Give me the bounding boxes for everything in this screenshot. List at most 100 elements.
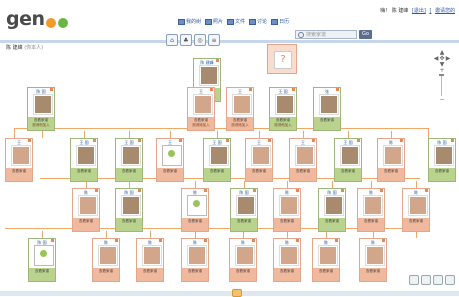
card-menu-icon[interactable] xyxy=(451,139,454,142)
person-card[interactable]: 陈 国查看家谱 xyxy=(428,138,456,182)
view-tree-link[interactable]: 查看家谱 xyxy=(182,269,208,274)
card-menu-icon[interactable] xyxy=(138,189,141,192)
person-photo[interactable] xyxy=(12,146,30,165)
person-photo[interactable] xyxy=(194,95,212,114)
person-card[interactable]: 张 查看家谱 xyxy=(313,87,341,131)
person-card[interactable]: 王 查看家谱 xyxy=(156,138,184,182)
person-photo[interactable] xyxy=(163,146,181,165)
invite-link[interactable]: 邀请她加入 xyxy=(188,123,214,128)
person-card[interactable]: 王 查看家谱 xyxy=(289,138,317,182)
view-tree-link[interactable]: 查看家谱 xyxy=(230,269,256,274)
person-card[interactable]: 陈 查看家谱 xyxy=(136,238,164,282)
person-photo[interactable] xyxy=(252,146,270,165)
person-card[interactable]: 陈 查看家谱 xyxy=(377,138,405,182)
person-photo[interactable] xyxy=(233,95,251,114)
person-card[interactable]: 陈 国查看家谱 xyxy=(28,238,56,282)
person-photo[interactable] xyxy=(188,196,206,215)
person-card[interactable]: 陈 查看家谱 xyxy=(181,238,209,282)
person-photo[interactable] xyxy=(77,146,95,165)
card-menu-icon[interactable] xyxy=(210,88,213,91)
person-card[interactable]: 王 查看家谱 邀请她加入 xyxy=(226,87,254,131)
person-photo[interactable] xyxy=(236,246,254,265)
card-menu-icon[interactable] xyxy=(252,239,255,242)
card-menu-icon[interactable] xyxy=(204,189,207,192)
person-photo[interactable] xyxy=(364,196,382,215)
view-tree-link[interactable]: 查看家谱 xyxy=(157,169,183,174)
person-photo[interactable] xyxy=(210,146,228,165)
person-photo[interactable] xyxy=(122,196,140,215)
view-tree-link[interactable]: 查看家谱 xyxy=(360,269,386,274)
person-card[interactable]: 王 国查看家谱 邀请他加入 xyxy=(269,87,297,131)
invite-link[interactable]: 邀请他加入 xyxy=(28,123,54,128)
view-tree-link[interactable]: 查看家谱 xyxy=(319,219,345,224)
person-photo[interactable] xyxy=(35,246,53,265)
view-tree-link[interactable]: 查看家谱 xyxy=(246,169,272,174)
card-menu-icon[interactable] xyxy=(93,139,96,142)
card-menu-icon[interactable] xyxy=(357,139,360,142)
person-card[interactable]: 陈 查看家谱 xyxy=(273,238,301,282)
person-card[interactable]: 陈 查看家谱 xyxy=(181,188,209,232)
person-photo[interactable] xyxy=(320,95,338,114)
person-photo[interactable] xyxy=(435,146,453,165)
person-card[interactable]: 陈 查看家谱 xyxy=(359,238,387,282)
person-card[interactable]: 陈 查看家谱 xyxy=(72,188,100,232)
person-card[interactable]: 陈 国查看家谱 xyxy=(230,188,258,232)
view-tree-link[interactable]: 查看家谱 xyxy=(71,169,97,174)
person-photo[interactable] xyxy=(280,246,298,265)
person-card[interactable]: 王 查看家谱 xyxy=(5,138,33,182)
card-menu-icon[interactable] xyxy=(312,139,315,142)
view-tree-link[interactable]: 查看家谱 xyxy=(231,219,257,224)
card-menu-icon[interactable] xyxy=(382,239,385,242)
person-card[interactable]: 陈 国查看家谱 xyxy=(318,188,346,232)
person-photo[interactable] xyxy=(34,95,52,114)
person-photo[interactable] xyxy=(79,196,97,215)
person-card[interactable]: 王 国查看家谱 xyxy=(115,138,143,182)
card-menu-icon[interactable] xyxy=(296,189,299,192)
view-tree-link[interactable]: 查看家谱 xyxy=(137,269,163,274)
person-card[interactable]: 王 查看家谱 xyxy=(245,138,273,182)
card-menu-icon[interactable] xyxy=(268,139,271,142)
view-tree-link[interactable]: 查看家谱 xyxy=(182,219,208,224)
person-photo[interactable] xyxy=(319,246,337,265)
share-icon[interactable] xyxy=(421,275,431,285)
view-tree-link[interactable]: 查看家谱 xyxy=(116,219,142,224)
settings-icon[interactable] xyxy=(433,275,443,285)
person-photo[interactable] xyxy=(122,146,140,165)
card-menu-icon[interactable] xyxy=(115,239,118,242)
person-photo[interactable] xyxy=(280,196,298,215)
card-menu-icon[interactable] xyxy=(50,88,53,91)
card-menu-icon[interactable] xyxy=(51,239,54,242)
view-tree-link[interactable]: 查看家谱 xyxy=(403,219,429,224)
person-photo[interactable] xyxy=(143,246,161,265)
card-menu-icon[interactable] xyxy=(253,189,256,192)
card-menu-icon[interactable] xyxy=(341,189,344,192)
person-photo[interactable] xyxy=(366,246,384,265)
person-photo[interactable] xyxy=(99,246,117,265)
card-menu-icon[interactable] xyxy=(159,239,162,242)
person-card[interactable]: 陈 查看家谱 xyxy=(92,238,120,282)
card-menu-icon[interactable] xyxy=(400,139,403,142)
card-menu-icon[interactable] xyxy=(179,139,182,142)
view-tree-link[interactable]: 查看家谱 xyxy=(358,219,384,224)
view-tree-link[interactable]: 查看家谱 xyxy=(73,219,99,224)
person-card[interactable]: 陈 查看家谱 xyxy=(357,188,385,232)
view-tree-link[interactable]: 查看家谱 xyxy=(29,269,55,274)
person-photo[interactable] xyxy=(237,196,255,215)
view-tree-link[interactable]: 查看家谱 xyxy=(314,118,340,123)
person-card[interactable]: 陈 查看家谱 xyxy=(402,188,430,232)
person-card[interactable]: 陈 查看家谱 xyxy=(273,188,301,232)
card-menu-icon[interactable] xyxy=(204,239,207,242)
invite-link[interactable]: 邀请她加入 xyxy=(227,123,253,128)
card-menu-icon[interactable] xyxy=(380,189,383,192)
print-icon[interactable] xyxy=(409,275,419,285)
view-tree-link[interactable]: 查看家谱 xyxy=(274,269,300,274)
person-photo[interactable] xyxy=(384,146,402,165)
view-tree-link[interactable]: 查看家谱 xyxy=(93,269,119,274)
card-menu-icon[interactable] xyxy=(425,189,428,192)
card-menu-icon[interactable] xyxy=(216,59,219,62)
view-tree-link[interactable]: 查看家谱 xyxy=(429,169,455,174)
help-icon[interactable] xyxy=(445,275,455,285)
person-photo[interactable] xyxy=(325,196,343,215)
person-photo[interactable] xyxy=(341,146,359,165)
card-menu-icon[interactable] xyxy=(226,139,229,142)
